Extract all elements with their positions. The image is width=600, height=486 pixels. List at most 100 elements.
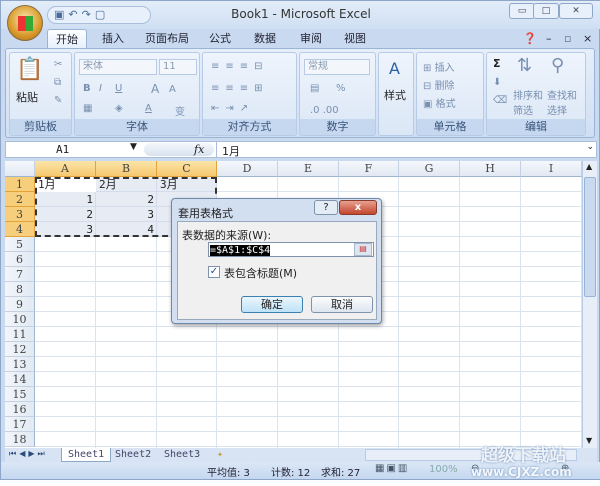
save-icon[interactable]: ▣	[54, 8, 68, 21]
row-header-1[interactable]: 1	[5, 177, 35, 192]
view-buttons[interactable]: ▦▣▥	[375, 463, 409, 474]
decimal-icons[interactable]: .0 .00	[310, 105, 339, 116]
find-select-icon[interactable]: ⚲	[551, 55, 564, 76]
number-format-select[interactable]: 常规	[304, 59, 370, 75]
row-header-18[interactable]: 18	[5, 432, 35, 447]
tab-formulas[interactable]: 公式	[209, 29, 231, 49]
row-header-17[interactable]: 17	[5, 417, 35, 432]
column-header-c[interactable]: C	[157, 161, 217, 177]
ribbon-minimize-icon[interactable]: –	[546, 29, 552, 49]
percent-button[interactable]: %	[336, 83, 346, 94]
row-header-11[interactable]: 11	[5, 327, 35, 342]
row-header-12[interactable]: 12	[5, 342, 35, 357]
styles-icon[interactable]: A	[389, 59, 400, 78]
print-preview-icon[interactable]: ▢	[95, 8, 109, 21]
scroll-down-icon[interactable]: ▼	[586, 436, 592, 445]
insert-sheet-icon[interactable]: ✦	[211, 448, 229, 462]
header-checkbox-label[interactable]: 表包含标题(M)	[224, 265, 297, 281]
delete-cells-button[interactable]: ⊟ 删除	[423, 77, 455, 92]
workbook-close-icon[interactable]: ×	[583, 29, 592, 49]
fx-button[interactable]: fx	[194, 143, 204, 156]
sort-filter-button[interactable]: 排序和 筛选	[513, 87, 543, 117]
column-header-e[interactable]: E	[278, 161, 339, 177]
maximize-button[interactable]: □	[533, 3, 559, 19]
sheet-tab-sheet3[interactable]: Sheet3	[158, 448, 206, 462]
format-cells-button[interactable]: ▣ 格式	[423, 95, 456, 110]
select-all-corner[interactable]	[5, 161, 35, 177]
restore-icon[interactable]: ▫	[564, 29, 571, 49]
row-header-7[interactable]: 7	[5, 267, 35, 282]
tab-review[interactable]: 审阅	[300, 29, 322, 49]
row-header-9[interactable]: 9	[5, 297, 35, 312]
grow-font-button[interactable]: A	[151, 82, 159, 96]
sheet-tab-sheet2[interactable]: Sheet2	[109, 448, 157, 462]
row-header-5[interactable]: 5	[5, 237, 35, 252]
tab-insert[interactable]: 插入	[102, 29, 124, 49]
vertical-scrollbar[interactable]: ▲ ▼	[582, 161, 597, 448]
tab-page-layout[interactable]: 页面布局	[145, 29, 189, 49]
cancel-button[interactable]: 取消	[311, 296, 373, 313]
help-button[interactable]: ?	[314, 200, 338, 215]
vertical-align-icons[interactable]: ≡≡≡⊟	[211, 61, 269, 72]
horizontal-align-icons[interactable]: ≡≡≡⊞	[211, 83, 269, 94]
clear-icon[interactable]: ⌫	[493, 95, 507, 106]
expand-formula-icon[interactable]: ⌄	[586, 142, 594, 152]
row-header-6[interactable]: 6	[5, 252, 35, 267]
minimize-button[interactable]: ▭	[509, 3, 535, 19]
sheet-nav-icons[interactable]: ⏮◀▶⏭	[9, 449, 48, 459]
column-header-g[interactable]: G	[399, 161, 460, 177]
row-header-2[interactable]: 2	[5, 192, 35, 207]
indent-icons[interactable]: ⇤⇥↗	[211, 103, 254, 114]
currency-icon[interactable]: ▤	[310, 83, 319, 94]
undo-icon[interactable]: ↶	[68, 8, 81, 21]
collapse-dialog-icon[interactable]: ▤	[354, 243, 372, 256]
row-header-8[interactable]: 8	[5, 282, 35, 297]
bold-button[interactable]: B	[83, 83, 91, 94]
help-icon[interactable]: ❓	[523, 29, 537, 49]
copy-icon[interactable]: ⧉	[54, 77, 61, 88]
row-header-16[interactable]: 16	[5, 402, 35, 417]
sort-filter-icon[interactable]: ⇅	[517, 55, 532, 76]
scroll-thumb[interactable]	[584, 177, 596, 297]
column-header-h[interactable]: H	[460, 161, 521, 177]
column-header-a[interactable]: A	[35, 161, 96, 177]
format-painter-icon[interactable]: ✎	[54, 95, 62, 106]
autosum-button[interactable]: Σ	[493, 57, 501, 70]
font-size-select[interactable]: 11	[159, 59, 197, 75]
scroll-up-icon[interactable]: ▲	[586, 162, 592, 171]
name-box-dropdown-icon[interactable]: ▼	[130, 142, 137, 152]
cut-icon[interactable]: ✂	[54, 59, 62, 70]
font-name-select[interactable]: 宋体	[79, 59, 157, 75]
styles-button[interactable]: 样式	[384, 87, 406, 103]
close-button[interactable]: ✕	[559, 3, 593, 19]
source-input[interactable]: =$A$1:$C$4 ▤	[208, 242, 374, 257]
phonetic-button[interactable]: 变	[175, 103, 185, 118]
fill-icon[interactable]: ⬇	[493, 77, 501, 88]
header-checkbox[interactable]: ✓	[208, 266, 220, 278]
column-header-i[interactable]: I	[521, 161, 582, 177]
tab-data[interactable]: 数据	[254, 29, 276, 49]
paste-icon[interactable]: 📋	[16, 57, 43, 82]
ok-button[interactable]: 确定	[241, 296, 303, 313]
row-header-13[interactable]: 13	[5, 357, 35, 372]
office-button[interactable]	[7, 5, 43, 41]
redo-icon[interactable]: ↷	[82, 8, 95, 21]
dialog-close-button[interactable]: x	[339, 200, 377, 215]
formula-input[interactable]: 1月	[222, 143, 240, 159]
italic-button[interactable]: I	[99, 83, 102, 94]
find-select-button[interactable]: 查找和 选择	[547, 87, 577, 117]
column-header-b[interactable]: B	[96, 161, 157, 177]
sheet-tab-sheet1[interactable]: Sheet1	[61, 448, 112, 462]
font-color-icon[interactable]: A	[145, 103, 152, 114]
tab-home[interactable]: 开始	[47, 29, 87, 49]
shrink-font-button[interactable]: A	[169, 84, 176, 95]
tab-view[interactable]: 视图	[344, 29, 366, 49]
borders-icon[interactable]: ▦	[83, 103, 92, 114]
underline-button[interactable]: U	[115, 83, 122, 94]
name-box[interactable]: A1	[56, 143, 69, 156]
fill-color-icon[interactable]: ◈	[115, 103, 123, 114]
paste-button[interactable]: 粘贴	[16, 89, 38, 105]
quick-access-toolbar[interactable]: ▣↶↷▢	[47, 6, 151, 24]
row-header-15[interactable]: 15	[5, 387, 35, 402]
row-header-4[interactable]: 4	[5, 222, 35, 237]
